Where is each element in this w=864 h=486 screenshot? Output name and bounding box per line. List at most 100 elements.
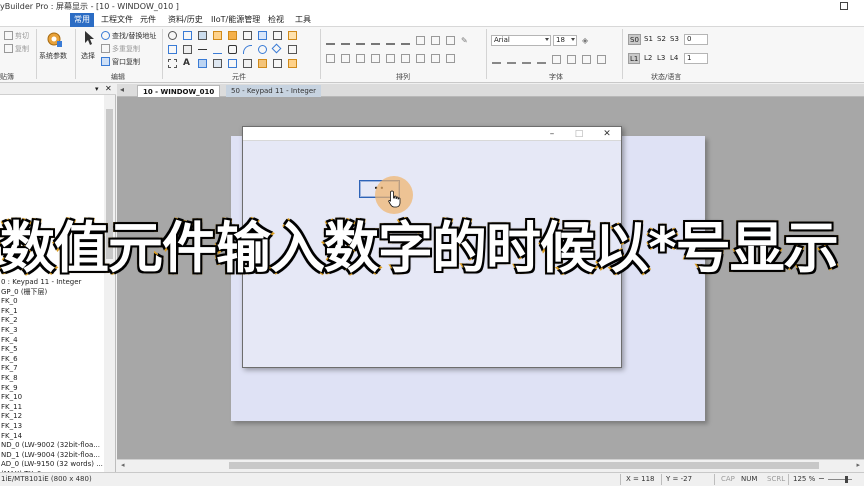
same-height-icon[interactable] (431, 36, 440, 45)
rotate-icon[interactable] (446, 54, 455, 63)
language-value-field[interactable]: 1 (684, 53, 708, 64)
minimize-icon[interactable]: – (546, 128, 558, 140)
language-l3-button[interactable]: L3 (656, 53, 666, 64)
canvas-horizontal-scrollbar[interactable]: ◂ ▸ (117, 459, 864, 471)
tab-keypad-11[interactable]: 50 - Keypad 11 - Integer (226, 85, 322, 97)
gear-icon[interactable] (45, 30, 63, 48)
text-justify-icon[interactable] (537, 55, 546, 64)
ascii-icon[interactable] (288, 31, 297, 40)
same-size-icon[interactable] (446, 36, 455, 45)
library-icon[interactable] (258, 59, 267, 68)
zoom-out-icon[interactable]: − (818, 474, 825, 483)
move-backward-icon[interactable] (371, 54, 380, 63)
multi-copy-button[interactable]: 多重复制 (112, 44, 140, 54)
scale-icon[interactable] (168, 59, 177, 68)
system-params-button[interactable]: 系统参数 (39, 51, 67, 61)
tree-item[interactable]: FK_12 (1, 412, 22, 422)
send-back-icon[interactable] (341, 54, 350, 63)
align-bottom-icon[interactable] (401, 36, 410, 45)
keypad-icon[interactable] (273, 59, 282, 68)
tree-item[interactable]: FK_11 (1, 403, 22, 413)
scrollbar-thumb[interactable] (229, 462, 819, 469)
picture-icon[interactable] (198, 59, 207, 68)
text-italic-icon[interactable] (567, 55, 576, 64)
distribute-v-icon[interactable] (401, 54, 410, 63)
close-icon[interactable]: ✕ (105, 84, 112, 93)
bit-lamp-icon[interactable] (168, 31, 177, 40)
tree-item[interactable]: FK_4 (1, 336, 18, 346)
circle-icon[interactable] (258, 45, 267, 54)
language-l1-button[interactable]: L1 (628, 53, 641, 64)
tree-item[interactable]: AD_0 (LW-9150 (32 words) ... (1, 460, 103, 470)
align-center-icon[interactable] (341, 36, 350, 45)
pin-icon[interactable]: ✎ (461, 36, 470, 45)
menu-item-elements[interactable]: 元件 (140, 13, 156, 27)
menu-item-iiot[interactable]: IIoT/能源管理 (211, 13, 260, 27)
polyline-icon[interactable] (213, 45, 222, 54)
menu-item-common[interactable]: 常用 (70, 13, 94, 27)
align-right-icon[interactable] (356, 36, 365, 45)
same-width-icon[interactable] (416, 36, 425, 45)
flip-v-icon[interactable] (431, 54, 440, 63)
move-forward-icon[interactable] (356, 54, 365, 63)
align-left-icon[interactable] (326, 36, 335, 45)
find-replace-button[interactable]: 查找/替换地址 (112, 31, 156, 41)
polygon-icon[interactable] (271, 43, 282, 54)
zoom-slider-handle[interactable] (845, 476, 848, 483)
tree-item[interactable]: FK_7 (1, 364, 18, 374)
chevron-down-icon[interactable]: ▾ (95, 85, 99, 93)
numeric-icon[interactable] (273, 31, 282, 40)
line-icon[interactable] (198, 49, 207, 50)
tree-item[interactable]: ND_1 (LW-9004 (32bit-floa... (1, 451, 100, 461)
set-bit-icon[interactable] (198, 31, 207, 40)
cut-button[interactable]: 剪切 (15, 31, 29, 41)
table-icon[interactable] (183, 45, 192, 54)
bring-front-icon[interactable] (326, 54, 335, 63)
tab-scroll-left-icon[interactable]: ◂ (120, 85, 124, 94)
state-s2-button[interactable]: S2 (656, 34, 667, 45)
tree-item[interactable]: FK_0 (1, 297, 18, 307)
language-l2-button[interactable]: L2 (643, 53, 653, 64)
scroll-left-icon[interactable]: ◂ (121, 461, 125, 469)
tree-item[interactable]: FK_10 (1, 393, 22, 403)
arc-icon[interactable] (243, 45, 252, 54)
font-family-select[interactable]: Arial (491, 35, 551, 46)
text-underline-icon[interactable] (582, 55, 591, 64)
select-arrow-icon[interactable] (84, 30, 96, 46)
text-bold-icon[interactable] (552, 55, 561, 64)
frame-icon[interactable] (288, 45, 297, 54)
zoom-slider[interactable] (828, 479, 852, 480)
tree-item[interactable]: FK_2 (1, 316, 18, 326)
image-icon[interactable] (228, 59, 237, 68)
tree-item[interactable]: FK_13 (1, 422, 22, 432)
tree-item[interactable]: FK_14 (1, 432, 22, 442)
align-top-icon[interactable] (371, 36, 380, 45)
state-value-field[interactable]: 0 (684, 34, 708, 45)
window-element-icon[interactable] (213, 59, 222, 68)
menu-item-view[interactable]: 检视 (268, 13, 284, 27)
language-l4-button[interactable]: L4 (669, 53, 679, 64)
tab-window-010[interactable]: 10 - WINDOW_010 (137, 85, 221, 97)
maximize-icon[interactable]: □ (573, 128, 585, 140)
text-align-left-icon[interactable] (492, 55, 501, 64)
flip-h-icon[interactable] (416, 54, 425, 63)
tree-item[interactable]: FK_8 (1, 374, 18, 384)
distribute-h-icon[interactable] (386, 54, 395, 63)
state-s0-button[interactable]: S0 (628, 34, 641, 45)
toggle-switch-icon[interactable] (213, 31, 222, 40)
text-strike-icon[interactable] (597, 55, 606, 64)
tree-item[interactable]: GP_0 (栅下层) (1, 288, 47, 298)
scroll-right-icon[interactable]: ▸ (856, 461, 860, 469)
tree-item[interactable]: FK_5 (1, 345, 18, 355)
text-align-center-icon[interactable] (507, 55, 516, 64)
tree-item[interactable]: FK_6 (1, 355, 18, 365)
window-copy-button[interactable]: 窗口复制 (112, 57, 140, 67)
function-key-icon[interactable] (228, 31, 237, 40)
maximize-icon[interactable] (840, 2, 848, 10)
copy-button[interactable]: 复制 (15, 44, 29, 54)
word-lamp-icon[interactable] (183, 31, 192, 40)
select-button[interactable]: 选择 (81, 51, 95, 61)
align-middle-icon[interactable] (386, 36, 395, 45)
tree-item[interactable]: FK_1 (1, 307, 18, 317)
text-icon[interactable]: A (183, 59, 192, 68)
